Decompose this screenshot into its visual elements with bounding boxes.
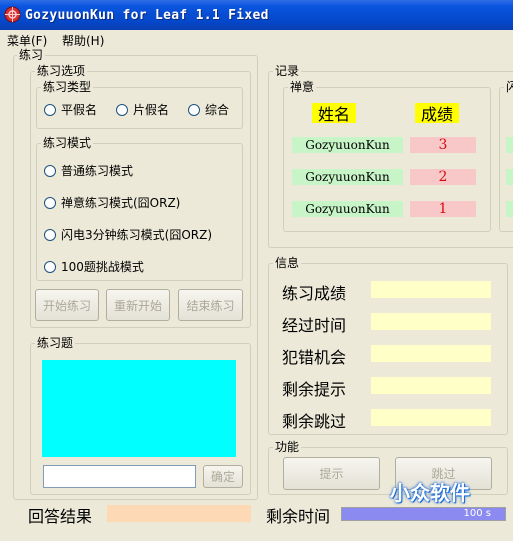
- info-group-title: 信息: [273, 256, 302, 270]
- radio-label: 禅意练习模式(囧ORZ): [61, 196, 181, 210]
- flash-record-name-partial: [506, 169, 513, 185]
- answer-input[interactable]: [43, 465, 196, 488]
- info-label-elapsed: 经过时间: [282, 316, 347, 335]
- radio-combined[interactable]: 综合: [188, 101, 229, 118]
- flash-record-name-partial: [506, 137, 513, 153]
- answer-result-label: 回答结果: [28, 507, 93, 526]
- radio-100-challenge[interactable]: 100题挑战模式: [44, 258, 144, 275]
- info-label-score: 练习成绩: [282, 284, 347, 303]
- radio-zen-mode[interactable]: 禅意练习模式(囧ORZ): [44, 194, 180, 211]
- record-group-title: 记录: [273, 64, 302, 78]
- radio-hiragana[interactable]: 平假名: [44, 101, 97, 118]
- time-remaining-label: 剩余时间: [266, 507, 331, 526]
- radio-circle[interactable]: [44, 103, 56, 116]
- time-progress-text: 100 s: [463, 508, 491, 519]
- radio-circle[interactable]: [44, 196, 56, 209]
- practice-group-title: 练习: [17, 48, 46, 62]
- restart-button[interactable]: 重新开始: [106, 289, 170, 321]
- practice-type-title: 练习类型: [41, 80, 94, 94]
- title-bar[interactable]: GozyuuonKun for Leaf 1.1 Fixed: [0, 0, 513, 30]
- record-name: GozyuuonKun: [292, 201, 403, 217]
- info-field-elapsed: [371, 313, 491, 330]
- menu-file[interactable]: 菜单(F): [7, 32, 47, 49]
- radio-label: 100题挑战模式: [61, 260, 144, 274]
- window-title: GozyuuonKun for Leaf 1.1 Fixed: [25, 8, 269, 23]
- radio-circle[interactable]: [188, 103, 200, 116]
- zen-record-title: 禅意: [288, 80, 317, 94]
- header-name: 姓名: [312, 103, 356, 124]
- radio-label: 平假名: [61, 103, 98, 117]
- practice-mode-title: 练习模式: [41, 136, 94, 150]
- watermark: 小众软件: [390, 481, 470, 505]
- radio-label: 闪电3分钟练习模式(囧ORZ): [61, 228, 213, 242]
- radio-label: 综合: [205, 103, 230, 117]
- info-field-hints: [371, 377, 491, 394]
- record-score: 3: [410, 137, 476, 153]
- radio-label: 片假名: [133, 103, 170, 117]
- app-icon: [4, 6, 21, 23]
- radio-katakana[interactable]: 片假名: [116, 101, 169, 118]
- info-field-skips: [371, 409, 491, 426]
- confirm-button[interactable]: 确定: [203, 465, 243, 488]
- question-group-title: 练习题: [35, 336, 76, 350]
- radio-label: 普通练习模式: [61, 164, 134, 178]
- header-score: 成绩: [415, 103, 459, 124]
- record-name: GozyuuonKun: [292, 169, 403, 185]
- radio-circle[interactable]: [116, 103, 128, 116]
- time-progress-bar: 100 s: [341, 507, 506, 521]
- radio-flash-mode[interactable]: 闪电3分钟练习模式(囧ORZ): [44, 226, 212, 243]
- record-score: 1: [410, 201, 476, 217]
- record-score: 2: [410, 169, 476, 185]
- info-field-score: [371, 281, 491, 298]
- flash-record-title: 闪: [504, 80, 513, 94]
- practice-options-title: 练习选项: [35, 64, 88, 78]
- info-field-mistakes: [371, 345, 491, 362]
- flash-record-name-partial: [506, 201, 513, 217]
- radio-normal-mode[interactable]: 普通练习模式: [44, 162, 133, 179]
- answer-result-field: [107, 505, 251, 522]
- record-name: GozyuuonKun: [292, 137, 403, 153]
- question-display: [42, 360, 236, 457]
- menu-bar: 菜单(F) 帮助(H): [0, 30, 513, 49]
- functions-group-title: 功能: [273, 440, 302, 454]
- info-label-mistakes: 犯错机会: [282, 348, 347, 367]
- radio-circle[interactable]: [44, 228, 56, 241]
- start-practice-button[interactable]: 开始练习: [35, 289, 99, 321]
- info-label-skips: 剩余跳过: [282, 412, 347, 431]
- radio-circle[interactable]: [44, 164, 56, 177]
- info-label-hints: 剩余提示: [282, 380, 347, 399]
- radio-circle[interactable]: [44, 260, 56, 273]
- hint-button[interactable]: 提示: [283, 457, 380, 490]
- end-practice-button[interactable]: 结束练习: [178, 289, 243, 321]
- menu-help[interactable]: 帮助(H): [62, 32, 104, 49]
